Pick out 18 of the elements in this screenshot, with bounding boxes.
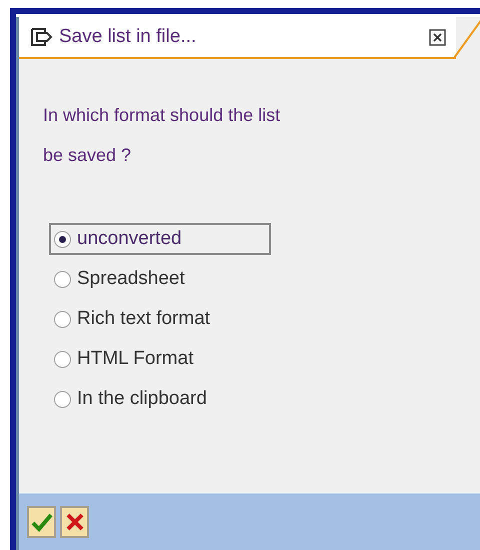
option-label[interactable]: Rich text format bbox=[77, 308, 210, 330]
option-label[interactable]: Spreadsheet bbox=[77, 268, 185, 290]
check-icon bbox=[30, 512, 52, 532]
window-title: Save list in file... bbox=[59, 26, 198, 48]
close-icon[interactable] bbox=[429, 28, 446, 46]
cross-icon bbox=[64, 512, 84, 532]
radio-button[interactable] bbox=[54, 270, 71, 288]
save-icon bbox=[29, 26, 53, 48]
radio-button[interactable] bbox=[54, 230, 71, 248]
radio-button[interactable] bbox=[54, 390, 71, 408]
radio-button[interactable] bbox=[54, 310, 71, 328]
cancel-button[interactable] bbox=[60, 506, 89, 538]
question-text: In which format should the list bbox=[43, 104, 282, 127]
confirm-button[interactable] bbox=[27, 506, 56, 538]
radio-button[interactable] bbox=[54, 350, 71, 368]
question-text: be saved ? bbox=[43, 144, 132, 167]
option-label[interactable]: HTML Format bbox=[77, 348, 194, 370]
option-label[interactable]: In the clipboard bbox=[77, 388, 207, 410]
